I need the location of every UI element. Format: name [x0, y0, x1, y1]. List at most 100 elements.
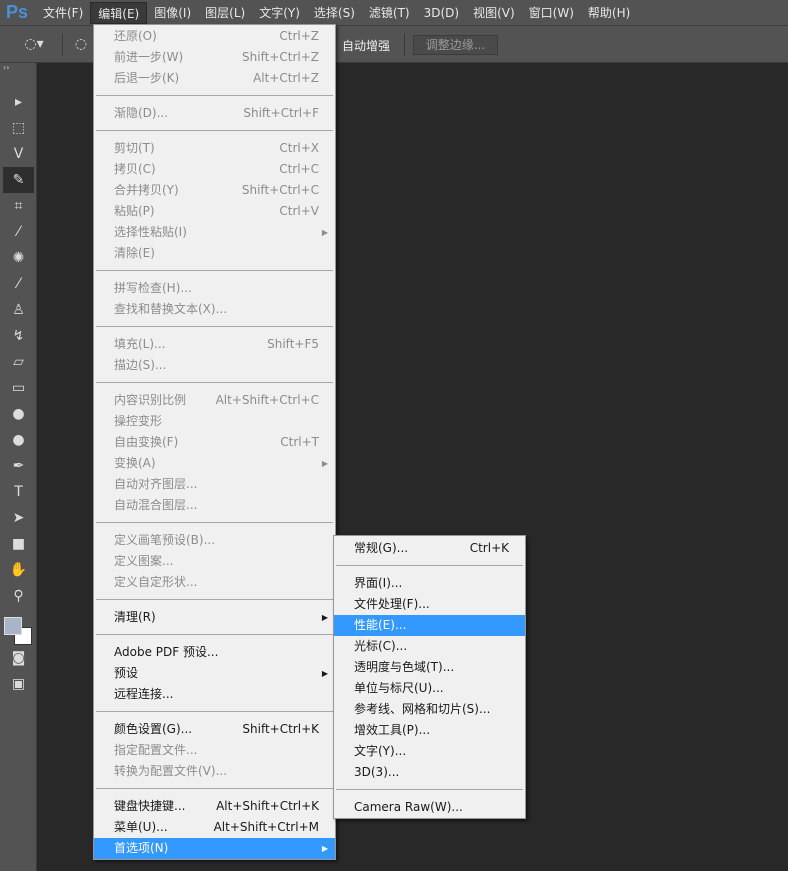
- history-brush-tool-icon[interactable]: ↯: [0, 323, 37, 349]
- prefs-menu-item[interactable]: 单位与标尺(U)...: [334, 678, 525, 699]
- color-swatches[interactable]: [4, 617, 32, 645]
- menu-item-label: 性能(E)...: [354, 618, 407, 632]
- edit-menu-item[interactable]: 渐隐(D)... Shift+Ctrl+F: [94, 103, 335, 124]
- submenu-arrow-icon: ▶: [321, 613, 328, 622]
- edit-menu-item[interactable]: 拼写检查(H)...: [94, 278, 335, 299]
- quick-selection-preset-icon[interactable]: ◌▾: [14, 31, 54, 57]
- brush-tool-icon[interactable]: ⁄: [0, 271, 37, 297]
- edit-menu-item[interactable]: 前进一步(W) Shift+Ctrl+Z: [94, 47, 335, 68]
- prefs-menu-item[interactable]: 性能(E)...: [334, 615, 525, 636]
- prefs-menu-item[interactable]: 参考线、网格和切片(S)...: [334, 699, 525, 720]
- menu-separator: [336, 565, 523, 566]
- lasso-tool-icon[interactable]: ᐯ: [0, 141, 37, 167]
- edit-menu-item[interactable]: 自动混合图层...: [94, 495, 335, 516]
- edit-menu-item[interactable]: 自动对齐图层...: [94, 474, 335, 495]
- crop-tool-icon[interactable]: ⌗: [0, 193, 37, 219]
- edit-menu-item[interactable]: 定义自定形状...: [94, 572, 335, 593]
- menu-item-label: 清除(E): [114, 246, 155, 260]
- move-tool-icon[interactable]: ▸: [0, 89, 37, 115]
- edit-menu-item[interactable]: 描边(S)...: [94, 355, 335, 376]
- menu-4[interactable]: 文字(Y): [252, 2, 307, 24]
- menu-item-label: 预设: [114, 666, 139, 680]
- menu-item-label: 3D(3)...: [354, 765, 400, 779]
- menu-7[interactable]: 3D(D): [417, 2, 466, 24]
- menu-item-label: 填充(L)...: [114, 337, 166, 351]
- edit-menu-item[interactable]: 定义画笔预设(B)...: [94, 530, 335, 551]
- menu-9[interactable]: 窗口(W): [522, 2, 581, 24]
- dodge-tool-icon[interactable]: ●: [0, 427, 37, 453]
- menu-item-label: 透明度与色域(T)...: [354, 660, 455, 674]
- edit-menu-item[interactable]: 填充(L)... Shift+F5: [94, 334, 335, 355]
- edit-menu-item[interactable]: 远程连接...: [94, 684, 335, 705]
- edit-menu-item[interactable]: 拷贝(C) Ctrl+C: [94, 159, 335, 180]
- menu-5[interactable]: 选择(S): [307, 2, 362, 24]
- edit-menu-item[interactable]: 后退一步(K) Alt+Ctrl+Z: [94, 68, 335, 89]
- menu-item-label: 定义画笔预设(B)...: [114, 533, 216, 547]
- menu-item-label: 菜单(U)...: [114, 820, 168, 834]
- menu-item-label: 自动混合图层...: [114, 498, 198, 512]
- edit-menu-item[interactable]: 清理(R) ▶: [94, 607, 335, 628]
- zoom-tool-icon[interactable]: ⚲: [0, 583, 37, 609]
- menu-8[interactable]: 视图(V): [466, 2, 522, 24]
- eraser-tool-icon[interactable]: ▱: [0, 349, 37, 375]
- menu-item-label: 合并拷贝(Y): [114, 183, 179, 197]
- new-selection-icon[interactable]: ◌: [68, 31, 94, 57]
- pen-tool-icon[interactable]: ✒: [0, 453, 37, 479]
- auto-enhance-checkbox[interactable]: 自动增强: [342, 37, 390, 54]
- path-selection-tool-icon[interactable]: ➤: [0, 505, 37, 531]
- refine-edge-button[interactable]: 调整边缘...: [413, 35, 498, 55]
- prefs-menu-item[interactable]: 增效工具(P)...: [334, 720, 525, 741]
- prefs-menu-item[interactable]: 文字(Y)...: [334, 741, 525, 762]
- menu-item-label: 操控变形: [114, 414, 163, 428]
- prefs-menu-item[interactable]: 3D(3)...: [334, 762, 525, 783]
- type-tool-icon[interactable]: T: [0, 479, 37, 505]
- clone-stamp-tool-icon[interactable]: ♙: [0, 297, 37, 323]
- quick-mask-icon[interactable]: ◙: [0, 645, 37, 671]
- prefs-menu-item[interactable]: 常规(G)... Ctrl+K: [334, 538, 525, 559]
- edit-menu-item[interactable]: 定义图案...: [94, 551, 335, 572]
- edit-menu-item[interactable]: 选择性粘贴(I) ▶: [94, 222, 335, 243]
- edit-menu-item[interactable]: 合并拷贝(Y) Shift+Ctrl+C: [94, 180, 335, 201]
- menu-6[interactable]: 滤镜(T): [362, 2, 417, 24]
- edit-menu-item[interactable]: 还原(O) Ctrl+Z: [94, 26, 335, 47]
- menu-item-shortcut: Ctrl+V: [279, 204, 319, 218]
- edit-menu-item[interactable]: Adobe PDF 预设...: [94, 642, 335, 663]
- menu-10[interactable]: 帮助(H): [581, 2, 637, 24]
- edit-menu-item[interactable]: 指定配置文件...: [94, 740, 335, 761]
- rectangle-tool-icon[interactable]: ■: [0, 531, 37, 557]
- edit-menu-item[interactable]: 首选项(N) ▶: [94, 838, 335, 859]
- menu-2[interactable]: 图像(I): [147, 2, 198, 24]
- blur-tool-icon[interactable]: ●: [0, 401, 37, 427]
- edit-menu-item[interactable]: 粘贴(P) Ctrl+V: [94, 201, 335, 222]
- edit-menu-item[interactable]: 菜单(U)... Alt+Shift+Ctrl+M: [94, 817, 335, 838]
- edit-menu-item[interactable]: 转换为配置文件(V)...: [94, 761, 335, 782]
- prefs-menu-item[interactable]: Camera Raw(W)...: [334, 797, 525, 818]
- panel-collapse-icon[interactable]: ››: [0, 63, 36, 75]
- edit-menu-item[interactable]: 操控变形: [94, 411, 335, 432]
- edit-menu-item[interactable]: 预设 ▶: [94, 663, 335, 684]
- edit-menu-item[interactable]: 自由变换(F) Ctrl+T: [94, 432, 335, 453]
- edit-menu-item[interactable]: 变换(A) ▶: [94, 453, 335, 474]
- menu-1[interactable]: 编辑(E): [90, 1, 148, 24]
- spot-healing-tool-icon[interactable]: ✺: [0, 245, 37, 271]
- marquee-tool-icon[interactable]: ⬚: [0, 115, 37, 141]
- gradient-tool-icon[interactable]: ▭: [0, 375, 37, 401]
- hand-tool-icon[interactable]: ✋: [0, 557, 37, 583]
- edit-menu-item[interactable]: 键盘快捷键... Alt+Shift+Ctrl+K: [94, 796, 335, 817]
- prefs-menu-item[interactable]: 光标(C)...: [334, 636, 525, 657]
- edit-menu-item[interactable]: 清除(E): [94, 243, 335, 264]
- prefs-menu-item[interactable]: 文件处理(F)...: [334, 594, 525, 615]
- menu-0[interactable]: 文件(F): [36, 2, 90, 24]
- edit-menu-item[interactable]: 内容识别比例 Alt+Shift+Ctrl+C: [94, 390, 335, 411]
- quick-selection-tool-icon[interactable]: ✎: [3, 167, 34, 193]
- edit-menu-item[interactable]: 查找和替换文本(X)...: [94, 299, 335, 320]
- screen-mode-icon[interactable]: ▣: [0, 671, 37, 697]
- menu-item-label: 参考线、网格和切片(S)...: [354, 702, 491, 716]
- prefs-menu-item[interactable]: 界面(I)...: [334, 573, 525, 594]
- edit-menu-item[interactable]: 剪切(T) Ctrl+X: [94, 138, 335, 159]
- menu-item-label: 指定配置文件...: [114, 743, 198, 757]
- edit-menu-item[interactable]: 颜色设置(G)... Shift+Ctrl+K: [94, 719, 335, 740]
- prefs-menu-item[interactable]: 透明度与色域(T)...: [334, 657, 525, 678]
- menu-3[interactable]: 图层(L): [198, 2, 252, 24]
- eyedropper-tool-icon[interactable]: ⁄: [0, 219, 37, 245]
